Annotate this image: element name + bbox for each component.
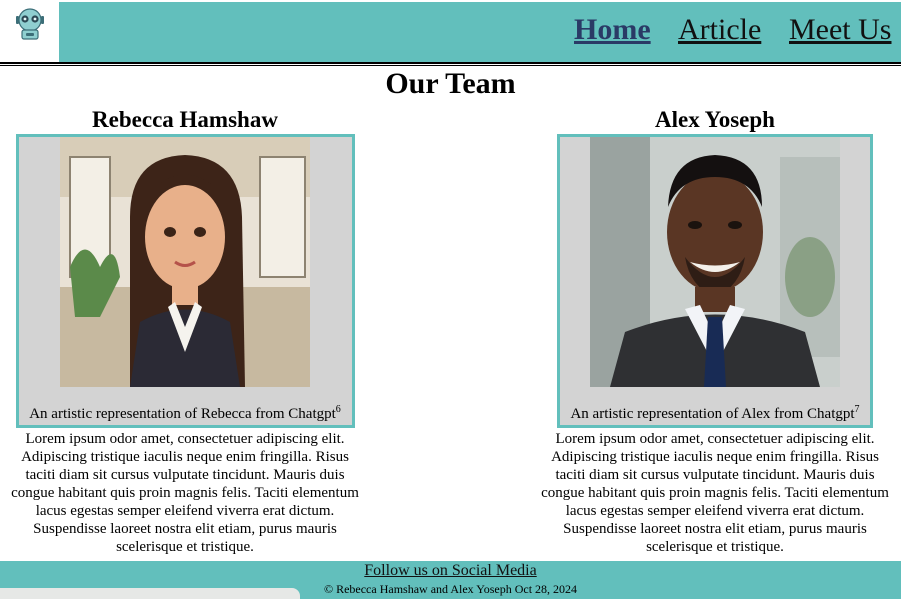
member-bio: Lorem ipsum odor amet, consectetuer adip… bbox=[11, 431, 359, 555]
robot-icon bbox=[16, 8, 44, 40]
member-name: Alex Yoseph bbox=[655, 107, 775, 132]
member-caption: An artistic representation of Rebecca fr… bbox=[19, 405, 352, 423]
site-header: Home Article Meet Us bbox=[0, 0, 901, 64]
social-media-link[interactable]: Follow us on Social Media bbox=[0, 561, 901, 581]
nav-meet-us-link[interactable]: Meet Us bbox=[789, 11, 891, 49]
team-member-card: Rebecca Hamshaw An artistic representati bbox=[5, 106, 365, 556]
footnote-ref[interactable]: 6 bbox=[336, 404, 341, 415]
team-member-card: Alex Yoseph An artistic representation o… bbox=[535, 106, 895, 556]
member-portrait-image bbox=[59, 137, 310, 387]
page: Home Article Meet Us Our Team Rebecca Ha… bbox=[0, 0, 901, 599]
page-title: Our Team bbox=[385, 67, 516, 100]
member-caption: An artistic representation of Alex from … bbox=[560, 405, 870, 423]
member-bio: Lorem ipsum odor amet, consectetuer adip… bbox=[541, 431, 889, 555]
nav-home-link[interactable]: Home bbox=[574, 11, 651, 49]
member-name: Rebecca Hamshaw bbox=[92, 107, 278, 132]
footnote-ref[interactable]: 7 bbox=[855, 404, 860, 415]
nav-article-link[interactable]: Article bbox=[678, 11, 761, 49]
status-bar-overlay bbox=[0, 588, 300, 599]
logo-container[interactable] bbox=[0, 0, 59, 62]
caption-text: An artistic representation of Rebecca fr… bbox=[29, 406, 336, 422]
member-portrait-image bbox=[590, 137, 840, 387]
caption-text: An artistic representation of Alex from … bbox=[570, 406, 855, 422]
member-figure: An artistic representation of Rebecca fr… bbox=[15, 134, 355, 428]
member-figure: An artistic representation of Alex from … bbox=[557, 134, 873, 428]
main-nav: Home Article Meet Us bbox=[59, 2, 901, 62]
